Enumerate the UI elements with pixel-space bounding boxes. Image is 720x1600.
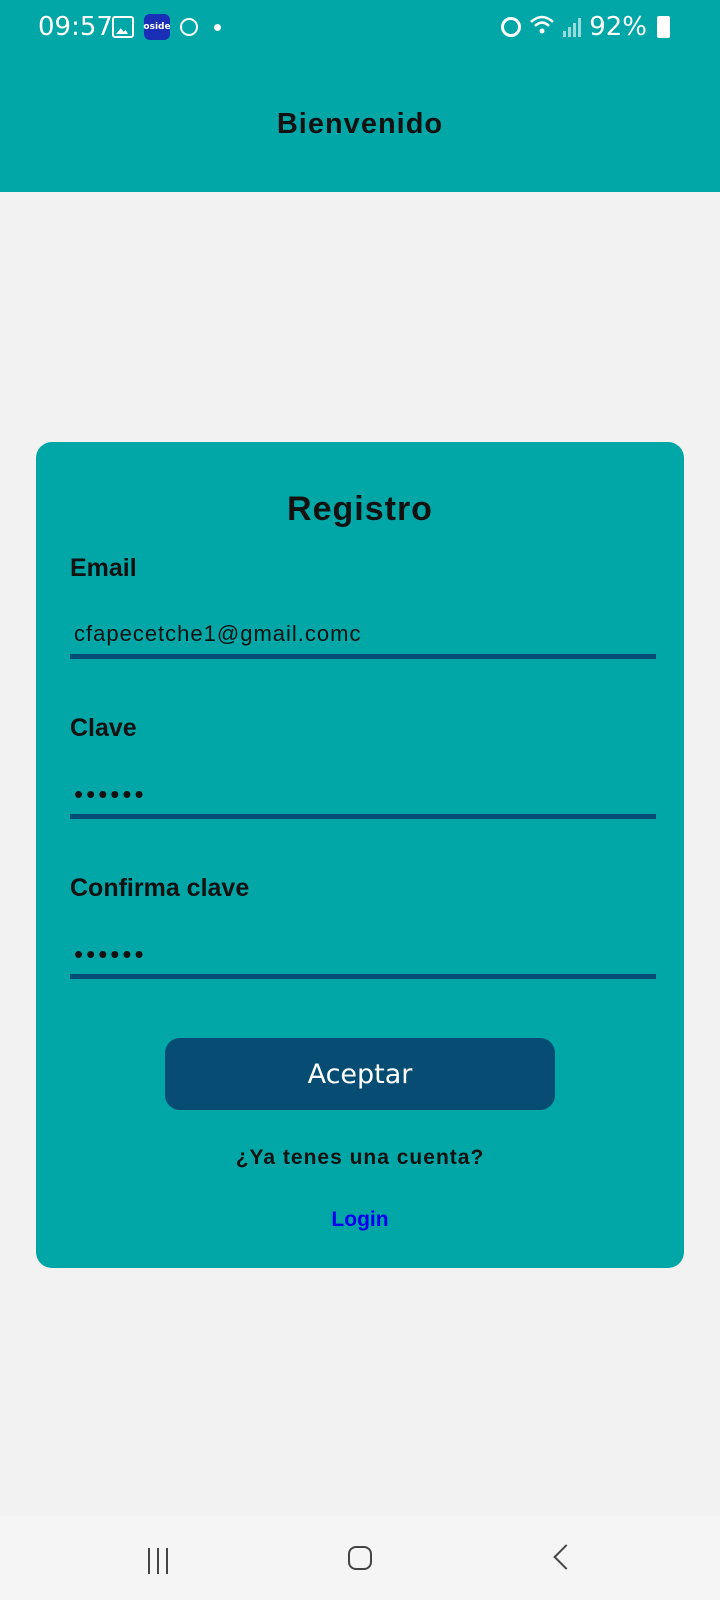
status-time: 09:57 xyxy=(38,12,113,42)
login-link[interactable]: Login xyxy=(36,1208,684,1232)
form-title: Registro xyxy=(287,490,433,528)
recent-apps-icon[interactable] xyxy=(148,1548,168,1574)
accept-button[interactable]: Aceptar xyxy=(165,1038,555,1110)
app-header: 09:57 oside 92% Bienvenido xyxy=(0,0,720,192)
status-system-icons: 92% xyxy=(501,12,670,42)
wifi-icon xyxy=(529,14,555,41)
signal-icon xyxy=(563,17,582,37)
battery-icon xyxy=(657,16,670,38)
email-field[interactable] xyxy=(70,614,656,659)
confirm-password-label: Confirma clave xyxy=(70,874,250,902)
battery-percent: 92% xyxy=(589,12,647,42)
back-icon[interactable] xyxy=(553,1544,579,1570)
have-account-text: ¿Ya tenes una cuenta? xyxy=(235,1146,485,1169)
confirm-password-field[interactable] xyxy=(70,934,656,979)
gallery-icon xyxy=(112,16,134,38)
page-title: Bienvenido xyxy=(276,108,444,140)
oside-app-icon: oside xyxy=(143,14,171,40)
home-icon[interactable] xyxy=(348,1546,372,1570)
status-notification-icons: oside xyxy=(112,14,221,40)
system-nav-bar xyxy=(0,1516,720,1600)
password-label: Clave xyxy=(70,714,137,742)
register-card: Registro Email Clave Confirma clave Acep… xyxy=(36,442,684,1268)
alarm-icon xyxy=(501,17,522,37)
notification-dot-icon xyxy=(214,23,221,31)
email-label: Email xyxy=(70,554,137,582)
status-bar: 09:57 oside 92% xyxy=(0,0,720,56)
password-field[interactable] xyxy=(70,774,656,819)
globe-icon xyxy=(180,18,198,36)
